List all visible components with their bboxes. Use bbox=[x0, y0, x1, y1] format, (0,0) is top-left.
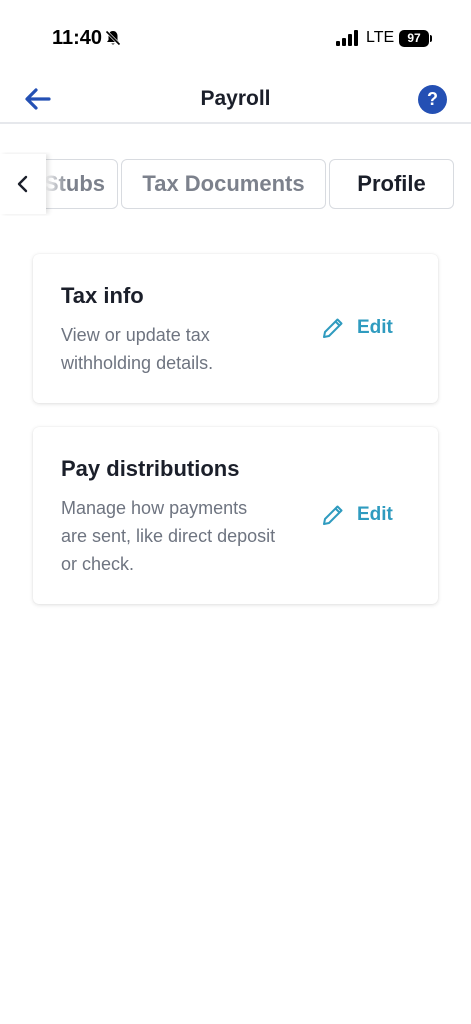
tab-fade-overlay bbox=[46, 162, 68, 206]
help-button[interactable]: ? bbox=[418, 85, 447, 114]
tab-tax-documents[interactable]: Tax Documents bbox=[121, 159, 326, 209]
help-icon: ? bbox=[427, 89, 438, 109]
tab-profile[interactable]: Profile bbox=[329, 159, 454, 209]
tab-tax-documents-label: Tax Documents bbox=[142, 171, 305, 196]
chevron-left-icon bbox=[17, 175, 28, 193]
tab-profile-label: Profile bbox=[357, 171, 426, 196]
card-description: View or update tax withholding details. bbox=[61, 325, 214, 373]
status-time: 11:40 bbox=[52, 27, 103, 49]
pay-distributions-edit-button[interactable]: Edit bbox=[321, 503, 393, 527]
card-title: Pay distributions bbox=[61, 456, 240, 481]
tab-bar: Stubs Tax Documents Profile bbox=[0, 152, 471, 216]
edit-label: Edit bbox=[357, 317, 393, 338]
pencil-icon bbox=[323, 318, 343, 338]
pay-distributions-card: Pay distributions Manage how payments ar… bbox=[33, 427, 438, 604]
tax-info-edit-button[interactable]: Edit bbox=[321, 316, 393, 340]
battery-tip bbox=[430, 35, 432, 42]
tab-scroll-left-button[interactable] bbox=[0, 154, 46, 214]
status-bar: 11:40 LTE 97 bbox=[0, 0, 471, 76]
card-description: Manage how payments are sent, like direc… bbox=[61, 498, 276, 574]
network-type: LTE bbox=[366, 29, 395, 46]
pencil-icon bbox=[323, 505, 343, 525]
tax-info-card: Tax info View or update tax withholding … bbox=[33, 254, 438, 403]
card-title: Tax info bbox=[61, 283, 144, 308]
battery-level: 97 bbox=[399, 30, 429, 47]
page-title: Payroll bbox=[200, 87, 271, 110]
bell-muted-icon bbox=[105, 30, 121, 46]
signal-icon bbox=[336, 30, 358, 46]
app-header: Payroll ? bbox=[0, 76, 471, 124]
edit-label: Edit bbox=[357, 504, 393, 525]
